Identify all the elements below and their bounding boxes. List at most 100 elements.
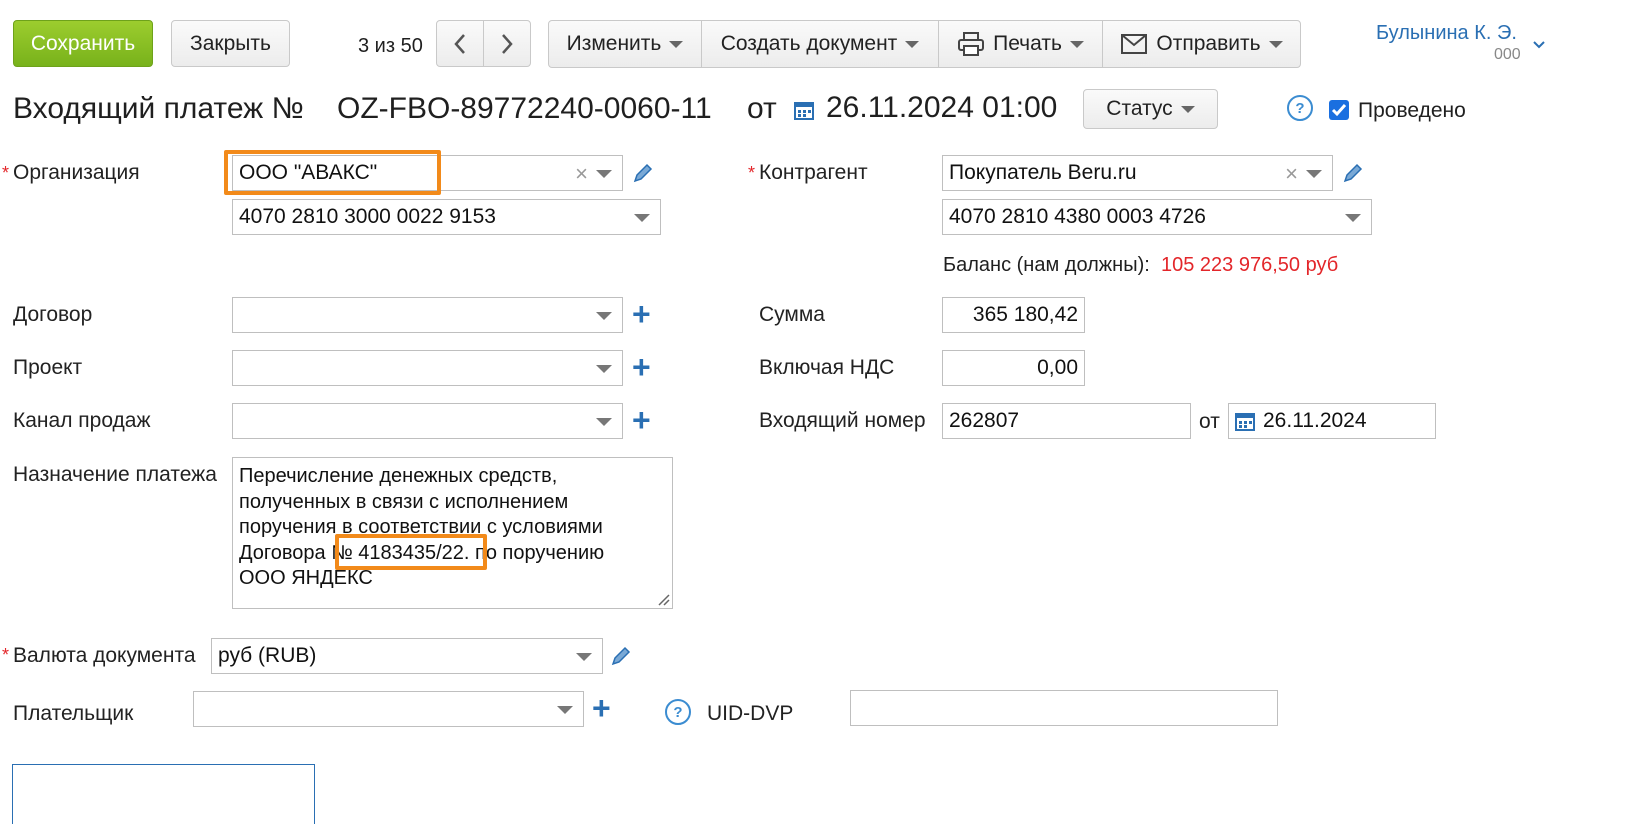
chevron-right-icon: [502, 33, 513, 54]
page-title-prefix: Входящий платеж №: [13, 92, 304, 125]
printer-icon: [958, 32, 985, 56]
checkmark-icon: [1331, 104, 1347, 117]
contract-field[interactable]: [232, 297, 623, 333]
required-mark: *: [748, 163, 756, 183]
dropdown-arrow-icon[interactable]: [1306, 170, 1322, 178]
next-button[interactable]: [483, 20, 531, 67]
incoming-from-label: от: [1199, 410, 1220, 433]
project-label: Проект: [13, 356, 83, 379]
incoming-date-value: 26.11.2024: [1263, 409, 1367, 432]
add-payer-button[interactable]: +: [592, 692, 611, 724]
dropdown-arrow-icon[interactable]: [557, 706, 573, 714]
resize-handle-icon[interactable]: [656, 592, 670, 606]
print-menu[interactable]: Печать: [938, 20, 1103, 68]
change-menu[interactable]: Изменить: [548, 20, 702, 68]
dropdown-arrow-icon[interactable]: [576, 653, 592, 661]
send-label: Отправить: [1156, 32, 1261, 55]
caret-down-icon: [1268, 40, 1283, 48]
help-icon[interactable]: ?: [1287, 95, 1313, 121]
change-label: Изменить: [566, 32, 662, 55]
sales-channel-label: Канал продаж: [13, 409, 151, 432]
clear-icon[interactable]: ×: [1285, 161, 1298, 187]
sum-field[interactable]: 365 180,42: [942, 297, 1085, 333]
envelope-icon: [1121, 34, 1148, 54]
create-document-menu[interactable]: Создать документ: [701, 20, 939, 68]
print-label: Печать: [993, 32, 1062, 55]
prev-button[interactable]: [436, 20, 484, 67]
currency-field[interactable]: руб (RUB): [211, 638, 603, 674]
caret-down-icon: [1180, 105, 1195, 113]
uid-field[interactable]: [850, 690, 1278, 726]
calendar-icon[interactable]: [1235, 411, 1255, 431]
contract-label: Договор: [13, 303, 93, 326]
incoming-number-value: 262807: [949, 409, 1020, 432]
vat-label: Включая НДС: [759, 356, 895, 379]
sum-value: 365 180,42: [972, 303, 1078, 326]
organization-account-field[interactable]: 4070 2810 3000 0022 9153: [232, 199, 661, 235]
vat-field[interactable]: 0,00: [942, 350, 1085, 386]
organization-label: Организация: [13, 161, 140, 184]
counterparty-account-field[interactable]: 4070 2810 4380 0003 4726: [942, 199, 1372, 235]
document-number: OZ-FBO-89772240-0060-11: [337, 92, 712, 125]
purpose-text: по поручению: [469, 541, 605, 564]
dropdown-arrow-icon[interactable]: [596, 312, 612, 320]
required-mark: *: [2, 645, 10, 665]
incoming-date-field[interactable]: 26.11.2024: [1228, 403, 1436, 439]
help-icon[interactable]: ?: [665, 699, 691, 725]
purpose-line: полученных в связи с исполнением: [239, 490, 569, 513]
caret-down-icon: [905, 40, 920, 48]
close-button[interactable]: Закрыть: [171, 20, 290, 67]
status-button[interactable]: Статус: [1083, 89, 1218, 129]
organization-account-value: 4070 2810 3000 0022 9153: [239, 205, 496, 228]
counterparty-label: Контрагент: [759, 161, 868, 184]
required-mark: *: [2, 163, 10, 183]
uid-label: UID-DVP: [707, 702, 794, 725]
calendar-icon[interactable]: [794, 100, 814, 120]
chevron-down-icon[interactable]: [1532, 40, 1546, 50]
bottom-tab[interactable]: [12, 764, 315, 824]
add-project-button[interactable]: +: [632, 351, 651, 383]
sales-channel-field[interactable]: [232, 403, 623, 439]
status-label: Статус: [1106, 97, 1173, 120]
add-contract-button[interactable]: +: [632, 298, 651, 330]
vat-value: 0,00: [1037, 356, 1078, 379]
dropdown-arrow-icon[interactable]: [596, 418, 612, 426]
create-document-label: Создать документ: [720, 32, 898, 55]
chevron-left-icon: [454, 33, 465, 54]
user-name[interactable]: Булынина К. Э.: [1376, 22, 1517, 45]
dropdown-arrow-icon[interactable]: [1345, 214, 1361, 222]
purpose-textarea[interactable]: Перечисление денежных средств, полученны…: [232, 457, 673, 609]
user-org: 000: [1494, 46, 1521, 63]
posted-checkbox[interactable]: [1329, 100, 1349, 120]
project-field[interactable]: [232, 350, 623, 386]
send-menu[interactable]: Отправить: [1102, 20, 1301, 68]
payer-label: Плательщик: [13, 702, 134, 725]
pencil-icon[interactable]: [632, 162, 654, 184]
currency-label: Валюта документа: [13, 644, 196, 667]
dropdown-arrow-icon[interactable]: [634, 214, 650, 222]
pencil-icon[interactable]: [1342, 162, 1364, 184]
purpose-text: Договора: [239, 541, 332, 564]
clear-icon[interactable]: ×: [575, 161, 588, 187]
sum-label: Сумма: [759, 303, 825, 326]
pager-text: 3 из 50: [358, 35, 423, 57]
highlight-box-organization: [224, 150, 441, 195]
balance-label: Баланс (нам должны):: [943, 254, 1150, 276]
document-date[interactable]: 26.11.2024 01:00: [826, 91, 1057, 125]
dropdown-arrow-icon[interactable]: [596, 365, 612, 373]
pencil-icon[interactable]: [610, 645, 632, 667]
add-sales-channel-button[interactable]: +: [632, 404, 651, 436]
posted-label: Проведено: [1358, 99, 1466, 122]
counterparty-value: Покупатель Beru.ru: [949, 161, 1137, 184]
counterparty-account-value: 4070 2810 4380 0003 4726: [949, 205, 1206, 228]
counterparty-field[interactable]: Покупатель Beru.ru ×: [942, 155, 1333, 191]
save-button[interactable]: Сохранить: [13, 20, 153, 67]
incoming-number-field[interactable]: 262807: [942, 403, 1191, 439]
payer-field[interactable]: [193, 691, 584, 727]
balance-value: 105 223 976,50 руб: [1161, 254, 1339, 276]
dropdown-arrow-icon[interactable]: [596, 170, 612, 178]
highlight-box-contract-number: [335, 534, 487, 570]
currency-value: руб (RUB): [218, 644, 317, 667]
purpose-label: Назначение платежа: [13, 463, 217, 486]
title-from: от: [747, 92, 777, 125]
